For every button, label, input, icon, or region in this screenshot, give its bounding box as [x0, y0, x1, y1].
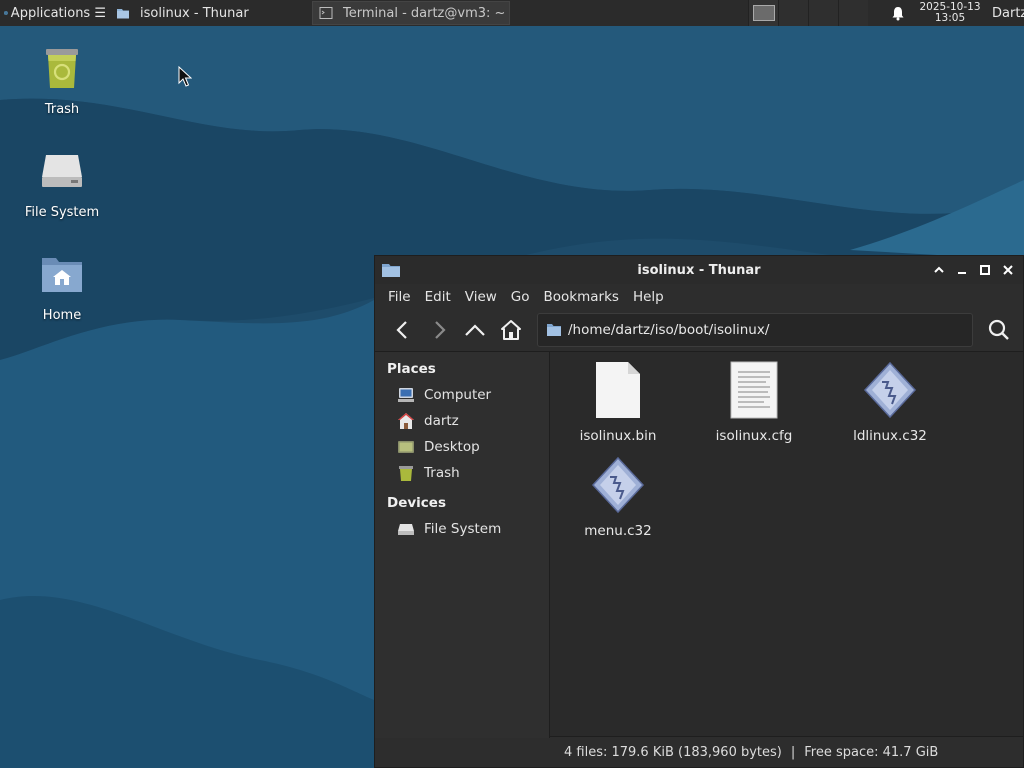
- status-bar: 4 files: 179.6 KiB (183,960 bytes) | Fre…: [550, 736, 1023, 767]
- sidebar-item-label: Desktop: [424, 439, 480, 455]
- desktop-icon-label: Home: [42, 308, 82, 323]
- chevron-up-icon: [933, 266, 944, 273]
- menu-go[interactable]: Go: [504, 289, 537, 305]
- desktop-icon-label: File System: [24, 205, 100, 220]
- sidebar-item-dartz[interactable]: dartz: [375, 408, 549, 434]
- thunar-window: isolinux - Thunar File Edit View Go Book…: [374, 255, 1024, 768]
- chevron-up-icon: [465, 324, 485, 336]
- taskbar-item-thunar[interactable]: isolinux - Thunar: [110, 1, 308, 25]
- folder-icon: [547, 324, 561, 336]
- user-menu[interactable]: Dartz: [986, 6, 1024, 21]
- notifications-button[interactable]: [886, 6, 910, 21]
- sidebar-item-computer[interactable]: Computer: [375, 382, 549, 408]
- folder-icon: [117, 9, 129, 19]
- taskbar-label: Terminal - dartz@vm3: ~: [343, 5, 506, 21]
- computer-icon: [398, 388, 414, 402]
- binary-file-icon: [596, 362, 640, 418]
- home-icon: [398, 413, 414, 429]
- sidebar-heading-places: Places: [387, 361, 436, 377]
- back-button[interactable]: [385, 314, 421, 346]
- terminal-icon: [319, 7, 333, 19]
- shade-button[interactable]: [927, 260, 950, 280]
- file-name: ldlinux.c32: [853, 428, 927, 444]
- trash-icon: [46, 49, 78, 88]
- drive-icon: [398, 524, 414, 535]
- chevron-left-icon: [396, 321, 407, 339]
- search-button[interactable]: [981, 314, 1017, 346]
- close-icon: [1002, 265, 1013, 275]
- menu-view[interactable]: View: [458, 289, 504, 305]
- file-name: menu.c32: [584, 523, 652, 539]
- desktop-icon-file-system[interactable]: File System: [7, 147, 117, 220]
- desktop-icon-label: Trash: [44, 102, 80, 117]
- applications-menu-button[interactable]: Applications ☰: [0, 0, 110, 26]
- maximize-button[interactable]: [973, 260, 996, 280]
- file-item[interactable]: ldlinux.c32: [828, 360, 952, 444]
- sidebar: Places Computer dartz Desktop Trash Devi…: [375, 352, 550, 738]
- clock-time: 13:05: [934, 12, 966, 24]
- executable-icon: [591, 456, 645, 514]
- file-item[interactable]: isolinux.bin: [556, 360, 680, 444]
- text-file-icon: [730, 361, 778, 419]
- file-name: isolinux.bin: [579, 428, 657, 444]
- clock[interactable]: 2025-10-13 13:05: [914, 2, 986, 24]
- status-files-summary: 4 files: 179.6 KiB (183,960 bytes): [564, 744, 782, 760]
- applications-label: Applications ☰: [10, 5, 106, 21]
- file-view: isolinux.bin isolinux.cfg ldlinux.c32 me…: [550, 352, 1023, 738]
- status-separator: |: [790, 744, 796, 760]
- sidebar-item-label: File System: [424, 521, 502, 537]
- file-item[interactable]: menu.c32: [556, 455, 680, 539]
- menu-edit[interactable]: Edit: [418, 289, 458, 305]
- xfce-logo-icon: [4, 11, 8, 15]
- window-title: isolinux - Thunar: [637, 262, 761, 278]
- sidebar-item-label: Trash: [424, 465, 460, 481]
- mouse-cursor-icon: [178, 66, 192, 87]
- trash-icon: [399, 466, 413, 481]
- close-button[interactable]: [996, 260, 1019, 280]
- home-folder-icon: [42, 258, 82, 292]
- maximize-icon: [979, 265, 990, 275]
- sidebar-item-label: Computer: [424, 387, 492, 403]
- sidebar-heading-devices: Devices: [387, 495, 446, 511]
- menu-file[interactable]: File: [381, 289, 418, 305]
- location-bar[interactable]: /home/dartz/iso/boot/isolinux/: [537, 313, 973, 347]
- minimize-icon: [957, 272, 966, 274]
- folder-icon: [382, 264, 400, 277]
- search-icon: [988, 319, 1009, 340]
- desktop-icon-trash[interactable]: Trash: [7, 44, 117, 117]
- workspace-2[interactable]: [778, 0, 808, 26]
- parent-folder-button[interactable]: [457, 314, 493, 346]
- window-titlebar[interactable]: isolinux - Thunar: [375, 256, 1023, 284]
- taskbar-label: isolinux - Thunar: [140, 5, 249, 21]
- sidebar-item-file-system[interactable]: File System: [375, 516, 549, 542]
- window-content: Places Computer dartz Desktop Trash Devi…: [375, 351, 1023, 738]
- workspace-1[interactable]: [748, 0, 778, 26]
- desktop-icon-home[interactable]: Home: [7, 250, 117, 323]
- top-panel: Applications ☰ isolinux - Thunar Termina…: [0, 0, 1024, 26]
- menu-help[interactable]: Help: [626, 289, 671, 305]
- sidebar-item-trash[interactable]: Trash: [375, 460, 549, 486]
- workspace-4[interactable]: [838, 0, 868, 26]
- bell-icon: [892, 6, 904, 20]
- executable-icon: [863, 361, 917, 419]
- taskbar-item-terminal[interactable]: Terminal - dartz@vm3: ~: [312, 1, 510, 25]
- drive-icon: [42, 155, 82, 187]
- toolbar: /home/dartz/iso/boot/isolinux/: [375, 310, 1023, 350]
- desktop-icon: [398, 441, 414, 453]
- home-button[interactable]: [493, 314, 529, 346]
- sidebar-item-label: dartz: [424, 413, 459, 429]
- minimize-button[interactable]: [950, 260, 973, 280]
- menubar: File Edit View Go Bookmarks Help: [375, 284, 1023, 310]
- chevron-right-icon: [435, 321, 446, 339]
- home-icon: [501, 320, 521, 340]
- forward-button[interactable]: [421, 314, 457, 346]
- workspace-3[interactable]: [808, 0, 838, 26]
- sidebar-item-desktop[interactable]: Desktop: [375, 434, 549, 460]
- file-name: isolinux.cfg: [715, 428, 793, 444]
- status-free-space: Free space: 41.7 GiB: [804, 744, 939, 760]
- location-path: /home/dartz/iso/boot/isolinux/: [568, 322, 770, 338]
- menu-bookmarks[interactable]: Bookmarks: [537, 289, 626, 305]
- file-item[interactable]: isolinux.cfg: [692, 360, 816, 444]
